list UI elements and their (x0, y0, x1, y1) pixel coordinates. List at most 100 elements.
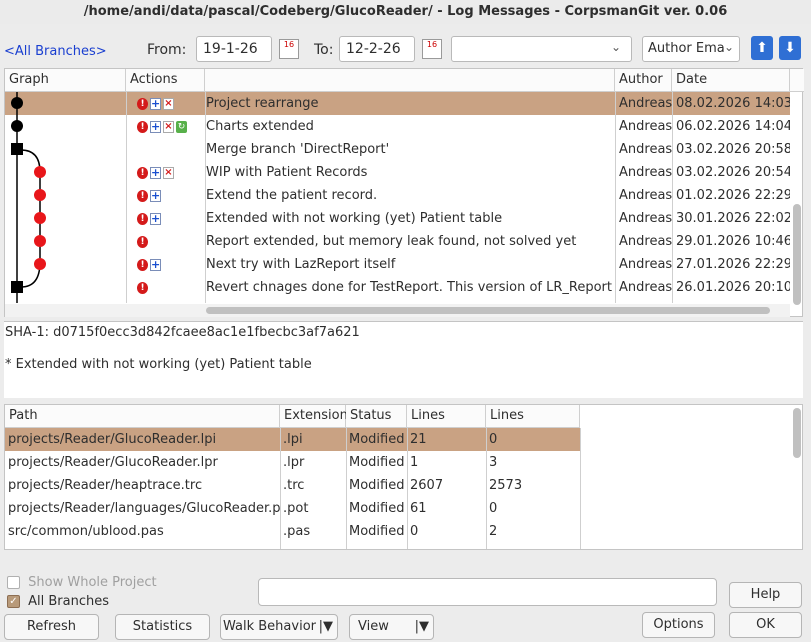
statistics-button[interactable]: Statistics (115, 614, 210, 640)
actions-cell: ! + (134, 207, 204, 230)
actions-cell: ! + × (134, 161, 204, 184)
col-lines-removed[interactable]: Lines removed (486, 405, 580, 445)
field-selector-combo[interactable]: Author Ema ⌄ (642, 36, 740, 62)
column-separator (126, 92, 127, 303)
file-row[interactable]: src/common/ublood.pas .pas Modified 0 2 (5, 520, 790, 543)
date-cell: 27.01.2026 22:29: (676, 257, 790, 272)
commit-details: SHA-1: d0715f0ecc3d842fcaee8ac1e1fbecbc3… (4, 321, 803, 398)
from-date-field[interactable]: 19-1-26 (196, 36, 272, 62)
deleted-file-icon: × (163, 166, 174, 179)
author-cell: Andreas (619, 119, 673, 134)
log-hscroll-thumb[interactable] (206, 307, 770, 314)
col-graph[interactable]: Graph (5, 69, 126, 92)
to-date-field[interactable]: 12-2-26 (339, 36, 415, 62)
scroll-up-arrow[interactable] (790, 69, 804, 92)
up-arrow-icon[interactable]: ⬆ (751, 36, 773, 60)
actions-cell: ! + (134, 253, 204, 276)
view-button[interactable]: View |▼ (349, 614, 434, 640)
added-file-icon: + (150, 165, 161, 179)
refresh-button[interactable]: Refresh (4, 614, 99, 640)
message-cell: Next try with LazReport itself (206, 257, 396, 272)
lines-removed-cell: 0 (489, 432, 498, 447)
column-separator (280, 428, 281, 549)
column-separator (615, 92, 616, 303)
added-file-icon: + (150, 96, 161, 110)
dropdown-arrow-icon: |▼ (414, 619, 429, 634)
filter-combo[interactable]: ⌄ (451, 36, 632, 62)
ok-button[interactable]: OK (729, 612, 802, 638)
commit-message: * Extended with not working (yet) Patien… (5, 357, 312, 372)
col-status[interactable]: Status (346, 405, 407, 428)
search-input[interactable] (258, 578, 717, 606)
lines-added-cell: 61 (410, 501, 427, 516)
log-scrollbar-thumb[interactable] (793, 204, 801, 305)
extension-cell: .trc (283, 478, 305, 493)
checkbox-unchecked (7, 576, 20, 589)
status-cell: Modified (349, 478, 405, 493)
lines-added-cell: 0 (410, 524, 419, 539)
changed-files-list[interactable]: Path Extension Status Lines added Lines … (4, 404, 803, 550)
merge-node (11, 281, 23, 293)
extension-cell: .lpr (283, 455, 305, 470)
path-cell: projects/Reader/GlucoReader.lpi (8, 432, 217, 447)
merge-node (11, 143, 23, 155)
show-whole-project-label: Show Whole Project (28, 575, 157, 590)
from-label: From: (147, 42, 187, 58)
show-whole-project-checkbox[interactable]: Show Whole Project (7, 575, 157, 590)
extension-cell: .pot (283, 501, 309, 516)
chevron-down-icon: ⌄ (610, 40, 621, 54)
status-cell: Modified (349, 432, 405, 447)
log-list[interactable]: Graph Actions Author Date ! + × Project rea… (4, 68, 804, 317)
author-cell: Andreas (619, 188, 673, 203)
date-cell: 06.02.2026 14:04: (676, 119, 790, 134)
extension-cell: .pas (283, 524, 311, 539)
to-calendar-icon[interactable]: 16 (422, 39, 442, 59)
file-row[interactable]: projects/Reader/heaptrace.trc .trc Modifie… (5, 474, 790, 497)
help-button[interactable]: Help (729, 582, 802, 608)
modified-file-icon: ! (137, 235, 148, 248)
actions-cell (134, 138, 204, 161)
date-cell: 03.02.2026 20:58: (676, 142, 790, 157)
path-cell: projects/Reader/heaptrace.trc (8, 478, 203, 493)
log-hscroll-track[interactable] (5, 304, 790, 317)
column-separator (346, 428, 347, 549)
date-cell: 01.02.2026 22:29: (676, 188, 790, 203)
down-arrow-icon[interactable]: ⬇ (779, 36, 801, 60)
files-scrollbar-thumb[interactable] (793, 408, 801, 458)
col-author[interactable]: Author (615, 69, 672, 92)
message-cell: Report extended, but memory leak found, … (206, 234, 577, 249)
col-lines-added[interactable]: Lines added (407, 405, 486, 445)
commit-node (34, 258, 46, 270)
file-row[interactable]: projects/Reader/GlucoReader.lpi .lpi Modif… (5, 428, 790, 451)
col-extension[interactable]: Extension (280, 405, 348, 428)
actions-cell: ! + × (134, 92, 204, 115)
actions-cell: ! (134, 276, 204, 299)
modified-file-icon: ! (137, 258, 148, 271)
from-calendar-icon[interactable]: 16 (279, 39, 299, 59)
message-cell: Project rearrange (206, 96, 319, 111)
file-row[interactable]: projects/Reader/GlucoReader.lpr .lpr Modif… (5, 451, 790, 474)
col-date[interactable]: Date (672, 69, 790, 92)
lines-added-cell: 21 (410, 432, 427, 447)
renamed-file-icon: ↻ (176, 120, 187, 133)
log-rows: ! + × Project rearrange Andreas 08.02.2026 14… (5, 92, 790, 303)
commit-node (34, 189, 46, 201)
file-row[interactable]: projects/Reader/languages/GlucoReader.po… (5, 497, 790, 520)
all-branches-link[interactable]: <All Branches> (4, 44, 107, 59)
lines-removed-cell: 3 (489, 455, 498, 470)
modified-file-icon: ! (137, 281, 148, 294)
commit-node (11, 120, 23, 132)
col-message[interactable] (205, 69, 615, 92)
options-button[interactable]: Options (642, 612, 715, 638)
view-label: View (358, 619, 389, 634)
status-cell: Modified (349, 501, 405, 516)
all-branches-checkbox[interactable]: ✓ All Branches (7, 594, 109, 609)
walk-behavior-button[interactable]: Walk Behavior |▼ (220, 614, 338, 640)
date-cell: 26.01.2026 20:10: (676, 280, 790, 295)
message-cell: Merge branch 'DirectReport' (206, 142, 390, 157)
all-branches-label: All Branches (28, 594, 110, 609)
author-cell: Andreas (619, 96, 673, 111)
col-path[interactable]: Path (5, 405, 280, 428)
col-actions[interactable]: Actions (126, 69, 205, 92)
actions-cell: ! + × ↻ (134, 115, 204, 138)
